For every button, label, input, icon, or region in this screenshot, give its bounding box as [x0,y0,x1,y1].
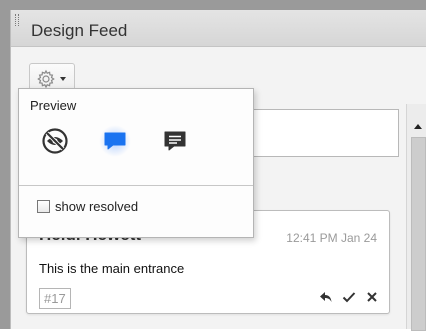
new-comment-input[interactable] [249,109,399,157]
comment-actions [319,287,379,307]
comment-time: 12:41 PM Jan 24 [286,231,377,245]
preview-mode-options [39,125,191,157]
comment-text: This is the main entrance [39,261,185,276]
show-resolved-label: show resolved [55,199,139,214]
close-icon[interactable] [365,290,379,304]
chevron-down-icon [60,77,66,81]
scroll-thumb[interactable] [411,137,426,331]
drag-grip-icon[interactable] [15,14,19,26]
comment-tag[interactable]: #17 [39,288,71,309]
show-resolved-checkbox[interactable] [37,200,50,213]
window-frame-left [0,0,10,329]
preview-label: Preview [30,98,77,113]
check-icon[interactable] [342,290,356,304]
comment-detail-icon[interactable] [159,125,191,157]
eye-off-icon[interactable] [39,125,71,157]
window-frame-top [0,0,426,10]
comment-bubble-icon[interactable] [99,125,131,157]
feed-scrollbar[interactable] [406,104,426,331]
panel-header: Design Feed [11,10,426,47]
reply-icon[interactable] [319,290,333,304]
popup-divider [19,185,253,186]
panel-title: Design Feed [31,21,128,40]
scroll-up-icon[interactable] [414,124,422,129]
settings-popup-menu: Preview show resolved [18,88,254,238]
show-resolved-toggle[interactable]: show resolved [37,199,138,214]
